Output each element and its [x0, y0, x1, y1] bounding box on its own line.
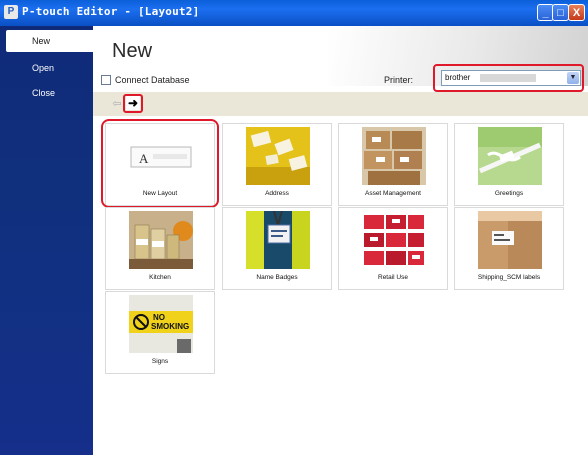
connect-database-label: Connect Database [115, 75, 190, 85]
page-title: New [112, 40, 153, 62]
printer-select[interactable]: brother ▼ [441, 70, 581, 86]
shipping-thumbnail [478, 211, 542, 269]
checkbox-box[interactable] [101, 75, 111, 85]
asset-management-thumbnail [362, 127, 426, 185]
greetings-thumbnail [478, 127, 542, 185]
tile-label: Asset Management [364, 190, 421, 197]
printer-label: Printer: [384, 75, 414, 85]
sidebar-item-new[interactable]: New [6, 30, 93, 52]
address-thumbnail [246, 127, 310, 185]
redacted-model [480, 74, 536, 82]
tile-label: Kitchen [149, 274, 171, 281]
sign-text-smoking: SMOKING [151, 322, 189, 331]
window-title: P-touch Editor - [Layout2] [22, 5, 200, 18]
application-window: P P-touch Editor - [Layout2] _ □ X New O… [0, 0, 588, 455]
close-window-button[interactable]: X [568, 4, 585, 21]
template-kitchen[interactable]: Kitchen [105, 207, 215, 290]
tile-label: Name Badges [256, 274, 298, 281]
template-name-badges[interactable]: Name Badges [222, 207, 332, 290]
app-icon: P [4, 5, 18, 19]
signs-thumbnail: NO SMOKING [129, 295, 193, 353]
main-panel: New Connect Database Printer: brother ▼ … [93, 26, 588, 455]
arrow-left-icon[interactable]: ⇦ [111, 98, 123, 110]
title-bar: P P-touch Editor - [Layout2] _ □ X [0, 0, 588, 26]
tile-label: Shipping_SCM labels [477, 274, 541, 281]
template-asset-management[interactable]: Asset Management [338, 123, 448, 206]
tile-label: Address [265, 190, 289, 197]
template-retail-use[interactable]: Retail Use [338, 207, 448, 290]
maximize-button[interactable]: □ [552, 4, 569, 21]
template-shipping-scm-labels[interactable]: Shipping_SCM labels [454, 207, 564, 290]
sign-text-no: NO [153, 313, 165, 322]
sidebar-item-open[interactable]: Open [0, 57, 93, 79]
navigation-bar: ⇦ ➜ [93, 92, 588, 116]
sidebar-item-close[interactable]: Close [0, 82, 93, 104]
template-signs[interactable]: NO SMOKING Signs [105, 291, 215, 374]
tile-label: Signs [151, 358, 169, 365]
kitchen-thumbnail [129, 211, 193, 269]
template-address[interactable]: Address [222, 123, 332, 206]
printer-value: brother [445, 73, 471, 82]
tile-label: Retail Use [378, 274, 408, 281]
name-badges-thumbnail [246, 211, 310, 269]
chevron-down-icon[interactable]: ▼ [567, 72, 579, 84]
forward-highlight [123, 94, 143, 113]
sidebar: New Open Close [0, 26, 93, 455]
template-greetings[interactable]: Greetings [454, 123, 564, 206]
new-layout-highlight [101, 119, 219, 208]
retail-use-thumbnail [362, 211, 426, 269]
tile-label: Greetings [494, 190, 524, 197]
